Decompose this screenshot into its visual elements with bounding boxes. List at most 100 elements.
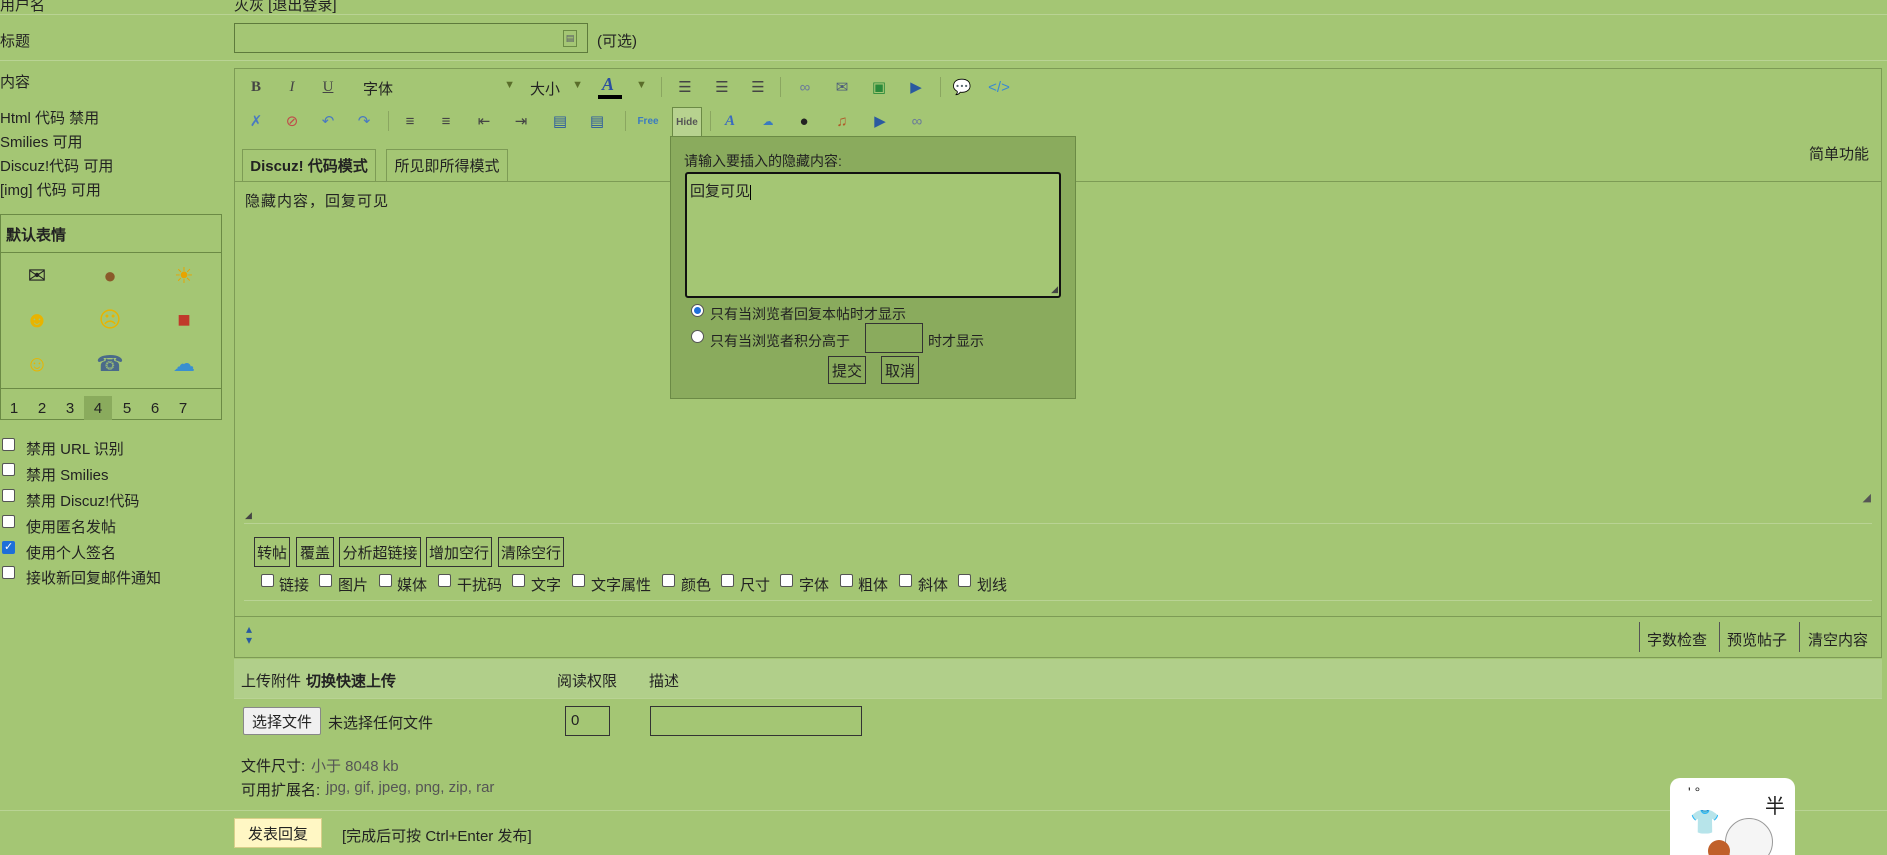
float-left-icon[interactable]: ▤ bbox=[548, 109, 572, 133]
add-blank-lines-button[interactable]: 增加空行 bbox=[426, 537, 492, 567]
preview-button[interactable]: 预览帖子 bbox=[1727, 629, 1787, 650]
expand-icon[interactable]: ▴ ▾ bbox=[246, 623, 252, 646]
smiley-page-3[interactable]: 3 bbox=[56, 396, 84, 420]
size-select[interactable]: 大小 ▼ bbox=[525, 75, 583, 99]
unordered-list-icon[interactable]: ≡ bbox=[434, 109, 458, 133]
undo-icon[interactable]: ↶ bbox=[316, 109, 340, 133]
attachment-description-input[interactable] bbox=[650, 706, 862, 736]
underline-icon[interactable]: U bbox=[316, 75, 340, 99]
worried-face-icon[interactable]: ☹ bbox=[96, 306, 124, 334]
filter-image-checkbox[interactable] bbox=[319, 574, 332, 587]
filter-bold-checkbox[interactable] bbox=[840, 574, 853, 587]
italic-icon[interactable]: I bbox=[280, 75, 304, 99]
filter-image-label: 图片 bbox=[338, 577, 369, 594]
anonymous-post-checkbox[interactable] bbox=[2, 515, 15, 528]
repost-button[interactable]: 转帖 bbox=[254, 537, 290, 567]
smiley-page-6[interactable]: 6 bbox=[141, 396, 169, 420]
smiley-page-5[interactable]: 5 bbox=[113, 396, 141, 420]
filter-color-checkbox[interactable] bbox=[662, 574, 675, 587]
smiley-page-2[interactable]: 2 bbox=[28, 396, 56, 420]
post-reply-button[interactable]: 发表回复 bbox=[234, 818, 322, 848]
filter-link-checkbox[interactable] bbox=[261, 574, 274, 587]
font-select[interactable]: 字体 ▼ bbox=[355, 75, 515, 99]
credit-visible-radio[interactable] bbox=[691, 330, 704, 343]
link-icon[interactable]: ∞ bbox=[793, 75, 817, 99]
align-left-icon[interactable]: ☰ bbox=[673, 75, 697, 99]
reply-visible-radio[interactable] bbox=[691, 304, 704, 317]
disable-smilies-checkbox[interactable] bbox=[2, 463, 15, 476]
hide-icon[interactable]: Hide bbox=[672, 107, 702, 137]
gift-icon[interactable]: ■ bbox=[170, 306, 198, 334]
overwrite-button[interactable]: 覆盖 bbox=[296, 537, 334, 567]
ordered-list-icon[interactable]: ≡ bbox=[398, 109, 422, 133]
hide-content-textarea[interactable]: 回复可见 ◢ bbox=[685, 172, 1061, 298]
switch-quick-upload-link[interactable]: 切换快速上传 bbox=[306, 670, 396, 691]
float-right-icon[interactable]: ▤ bbox=[585, 109, 609, 133]
smileys-header: 默认表情 bbox=[6, 227, 67, 244]
outdent-icon[interactable]: ⇤ bbox=[472, 109, 496, 133]
align-right-icon[interactable]: ☰ bbox=[746, 75, 770, 99]
chevron-down-icon[interactable]: ▼ bbox=[636, 79, 647, 91]
phone-icon[interactable]: ☎ bbox=[96, 350, 124, 378]
poop-icon[interactable]: ● bbox=[96, 262, 124, 290]
filter-media-checkbox[interactable] bbox=[379, 574, 392, 587]
use-signature-checkbox[interactable] bbox=[2, 540, 15, 554]
word-check-button[interactable]: 字数检查 bbox=[1647, 629, 1707, 650]
align-center-icon[interactable]: ☰ bbox=[710, 75, 734, 99]
font-effect-icon[interactable]: A bbox=[718, 109, 742, 133]
filter-italic-checkbox[interactable] bbox=[899, 574, 912, 587]
envelope-icon[interactable]: ✉ bbox=[23, 262, 51, 290]
code-icon[interactable]: </> bbox=[987, 75, 1011, 99]
cool-face-icon[interactable]: ☻ bbox=[23, 306, 51, 334]
clear-blank-lines-button[interactable]: 清除空行 bbox=[498, 537, 564, 567]
smiley-page-7[interactable]: 7 bbox=[169, 396, 197, 420]
flash-icon[interactable]: ☁ bbox=[756, 109, 780, 133]
read-permission-input[interactable]: 0 bbox=[565, 706, 610, 736]
popup-submit-button[interactable]: 提交 bbox=[828, 356, 866, 384]
filter-text-checkbox[interactable] bbox=[512, 574, 525, 587]
filter-noise-checkbox[interactable] bbox=[438, 574, 451, 587]
unlink-icon[interactable]: ⊘ bbox=[280, 109, 304, 133]
filter-font-checkbox[interactable] bbox=[780, 574, 793, 587]
resize-handle-icon[interactable]: ◢ bbox=[1051, 284, 1058, 295]
cloud-icon[interactable]: ☁ bbox=[170, 350, 198, 378]
remove-format-icon[interactable]: ✗ bbox=[244, 109, 268, 133]
tab-wysiwyg-mode[interactable]: 所见即所得模式 bbox=[386, 149, 508, 181]
text-color-icon[interactable]: A bbox=[596, 74, 624, 100]
free-icon[interactable]: Free bbox=[636, 109, 660, 133]
popup-cancel-button[interactable]: 取消 bbox=[881, 356, 919, 384]
smiley-page-1[interactable]: 1 bbox=[0, 396, 28, 420]
title-input[interactable]: ▤ bbox=[234, 23, 588, 53]
thinking-face-icon[interactable]: ☺ bbox=[23, 350, 51, 378]
user-value[interactable]: 灭灰 [退出登录] bbox=[234, 0, 337, 15]
image-icon[interactable]: ▣ bbox=[867, 75, 891, 99]
resize-grip-icon[interactable]: ◢ bbox=[245, 510, 252, 521]
disable-discuz-code-checkbox[interactable] bbox=[2, 489, 15, 502]
qq-icon[interactable]: ● bbox=[792, 109, 816, 133]
filter-text-attr-checkbox[interactable] bbox=[572, 574, 585, 587]
toolbar-separator bbox=[625, 111, 626, 131]
disable-url-checkbox[interactable] bbox=[2, 438, 15, 451]
resize-handle-icon[interactable]: ◢ bbox=[1863, 491, 1871, 504]
filter-strike-checkbox[interactable] bbox=[958, 574, 971, 587]
bold-icon[interactable]: B bbox=[244, 75, 268, 99]
choose-file-button[interactable]: 选择文件 bbox=[243, 707, 321, 735]
quote-icon[interactable]: 💬 bbox=[950, 75, 974, 99]
corner-mascot-widget[interactable]: ʹ ° 半 👕 bbox=[1670, 778, 1795, 855]
clear-content-button[interactable]: 清空内容 bbox=[1808, 629, 1868, 650]
simple-mode-link[interactable]: 简单功能 bbox=[1809, 143, 1869, 164]
video-icon[interactable]: ▶ bbox=[868, 109, 892, 133]
tab-code-mode[interactable]: Discuz! 代码模式 bbox=[242, 149, 376, 181]
email-icon[interactable]: ✉ bbox=[830, 75, 854, 99]
music-icon[interactable]: ♫ bbox=[830, 109, 854, 133]
redo-icon[interactable]: ↷ bbox=[352, 109, 376, 133]
parse-links-button[interactable]: 分析超链接 bbox=[339, 537, 421, 567]
smiley-page-4[interactable]: 4 bbox=[84, 396, 112, 420]
filter-size-checkbox[interactable] bbox=[721, 574, 734, 587]
email-notify-checkbox[interactable] bbox=[2, 566, 15, 579]
media-icon[interactable]: ▶ bbox=[904, 75, 928, 99]
link-icon[interactable]: ∞ bbox=[905, 109, 929, 133]
credit-threshold-input[interactable] bbox=[865, 323, 923, 353]
indent-icon[interactable]: ⇥ bbox=[509, 109, 533, 133]
sun-icon[interactable]: ☀ bbox=[170, 262, 198, 290]
